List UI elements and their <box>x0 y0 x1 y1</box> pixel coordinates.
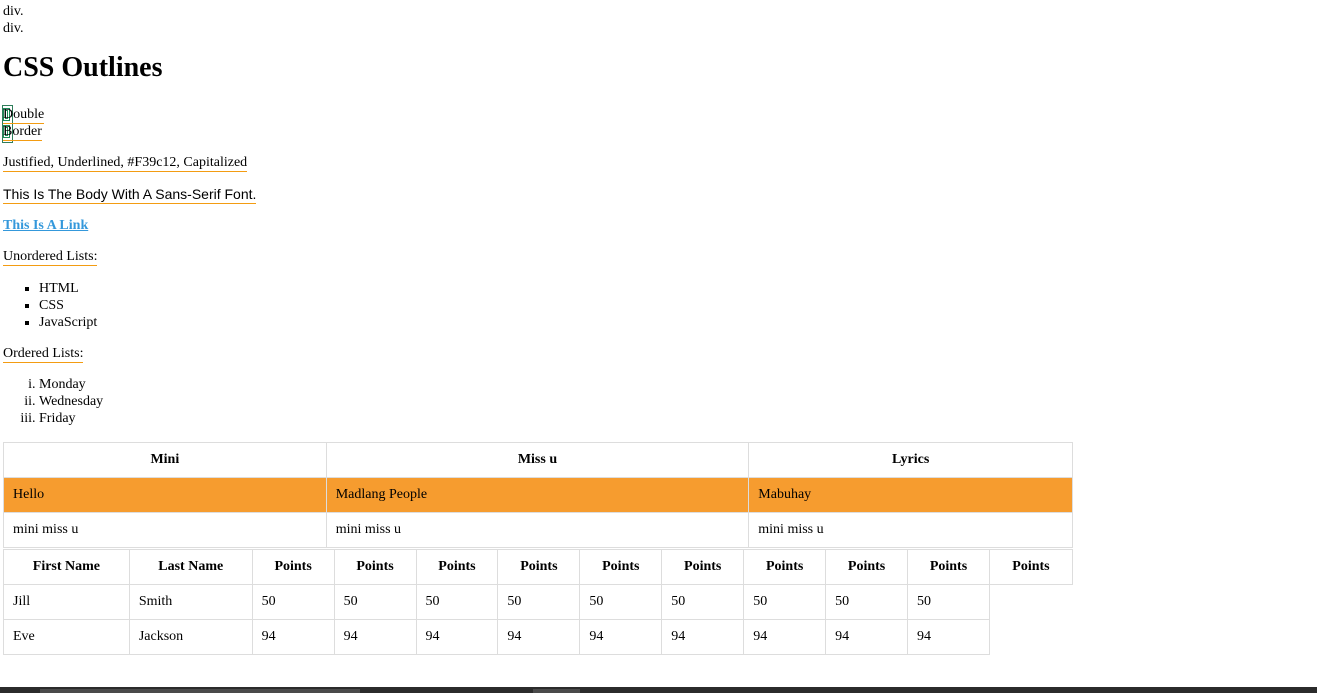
list-item: Monday <box>39 376 1313 393</box>
table-cell: mini miss u <box>748 512 1073 548</box>
table-cell: 50 <box>743 584 827 620</box>
table-header-cell: Points <box>825 549 909 585</box>
table-cell: 94 <box>661 619 745 655</box>
sans-serif-text: This Is The Body With A Sans-Serif Font. <box>3 186 257 204</box>
table-row: Eve Jackson 94 94 94 94 94 94 94 94 94 <box>3 619 1073 655</box>
table-cell: Jackson <box>128 619 253 655</box>
table-header-cell: Points <box>415 549 499 585</box>
table-cell-empty <box>989 585 1072 620</box>
table-header-cell: Miss u <box>325 442 750 478</box>
table-cell: 94 <box>497 619 581 655</box>
table-cell: Jill <box>3 584 130 620</box>
lyrics-table: Mini Miss u Lyrics Hello Madlang People … <box>3 442 1073 548</box>
table-header-cell: Points <box>907 549 990 585</box>
table-cell: 50 <box>661 584 745 620</box>
table-cell: 50 <box>825 584 909 620</box>
table-header-cell: Points <box>988 549 1074 585</box>
double-border-block: Double Border <box>2 105 1313 143</box>
table-cell: Madlang People <box>325 477 750 513</box>
table-cell: 94 <box>825 619 909 655</box>
table-header-cell: Mini <box>3 442 327 478</box>
ordered-list-label: Ordered Lists: <box>3 346 84 363</box>
table-cell: Hello <box>3 477 327 513</box>
table-cell: 50 <box>579 584 663 620</box>
points-table: First Name Last Name Points Points Point… <box>3 549 1074 655</box>
table-header-cell: Points <box>251 549 335 585</box>
ordered-list: Monday Wednesday Friday <box>3 376 1313 427</box>
table-cell: 50 <box>415 584 499 620</box>
table-cell: 94 <box>251 619 335 655</box>
table-header-cell: Points <box>497 549 581 585</box>
table-row: Hello Madlang People Mabuhay <box>3 477 1073 513</box>
table-header-cell: First Name <box>3 549 130 585</box>
list-item: JavaScript <box>39 314 1313 331</box>
list-item: HTML <box>39 280 1313 297</box>
sample-link[interactable]: This Is A Link <box>3 218 88 233</box>
scrollbar-thumb[interactable] <box>533 689 580 693</box>
table-cell: Mabuhay <box>748 477 1073 513</box>
table-cell: 94 <box>579 619 663 655</box>
table-cell: 50 <box>333 584 417 620</box>
table-header-row: Mini Miss u Lyrics <box>3 442 1073 478</box>
div-text-1: div. <box>3 4 24 19</box>
table-cell: mini miss u <box>3 512 327 548</box>
double-border-line-2: Border <box>3 124 42 141</box>
unordered-list-label: Unordered Lists: <box>3 249 98 266</box>
table-cell: 50 <box>251 584 335 620</box>
div-text-2: div. <box>3 21 24 36</box>
scrollbar-thumb[interactable] <box>40 689 360 693</box>
list-item: CSS <box>39 297 1313 314</box>
horizontal-scrollbar[interactable] <box>0 687 1317 693</box>
table-header-cell: Lyrics <box>748 442 1073 478</box>
page: div. div. CSS Outlines Double Border Jus… <box>2 0 1313 655</box>
unordered-list: HTML CSS JavaScript <box>3 280 1313 331</box>
table-header-cell: Points <box>333 549 417 585</box>
table-row: Jill Smith 50 50 50 50 50 50 50 50 50 <box>3 584 1073 620</box>
page-title: CSS Outlines <box>3 52 163 83</box>
table-cell: 94 <box>333 619 417 655</box>
table-header-cell: Points <box>743 549 827 585</box>
table-cell: 94 <box>907 619 990 655</box>
table-cell: 50 <box>907 584 990 620</box>
table-header-row: First Name Last Name Points Points Point… <box>3 549 1074 585</box>
table-cell: Smith <box>128 584 253 620</box>
justified-text: Justified, Underlined, #F39c12, Capitali… <box>3 155 248 172</box>
table-row: mini miss u mini miss u mini miss u <box>3 512 1073 548</box>
table-cell-empty <box>989 620 1072 655</box>
table-cell: Eve <box>3 619 130 655</box>
list-item: Friday <box>39 410 1313 427</box>
table-cell: 94 <box>743 619 827 655</box>
table-cell: 94 <box>415 619 499 655</box>
table-header-cell: Points <box>579 549 663 585</box>
table-header-cell: Last Name <box>128 549 253 585</box>
double-border-line-1: Double <box>3 107 45 124</box>
table-cell: 50 <box>497 584 581 620</box>
list-item: Wednesday <box>39 393 1313 410</box>
table-cell: mini miss u <box>325 512 750 548</box>
table-header-cell: Points <box>661 549 745 585</box>
